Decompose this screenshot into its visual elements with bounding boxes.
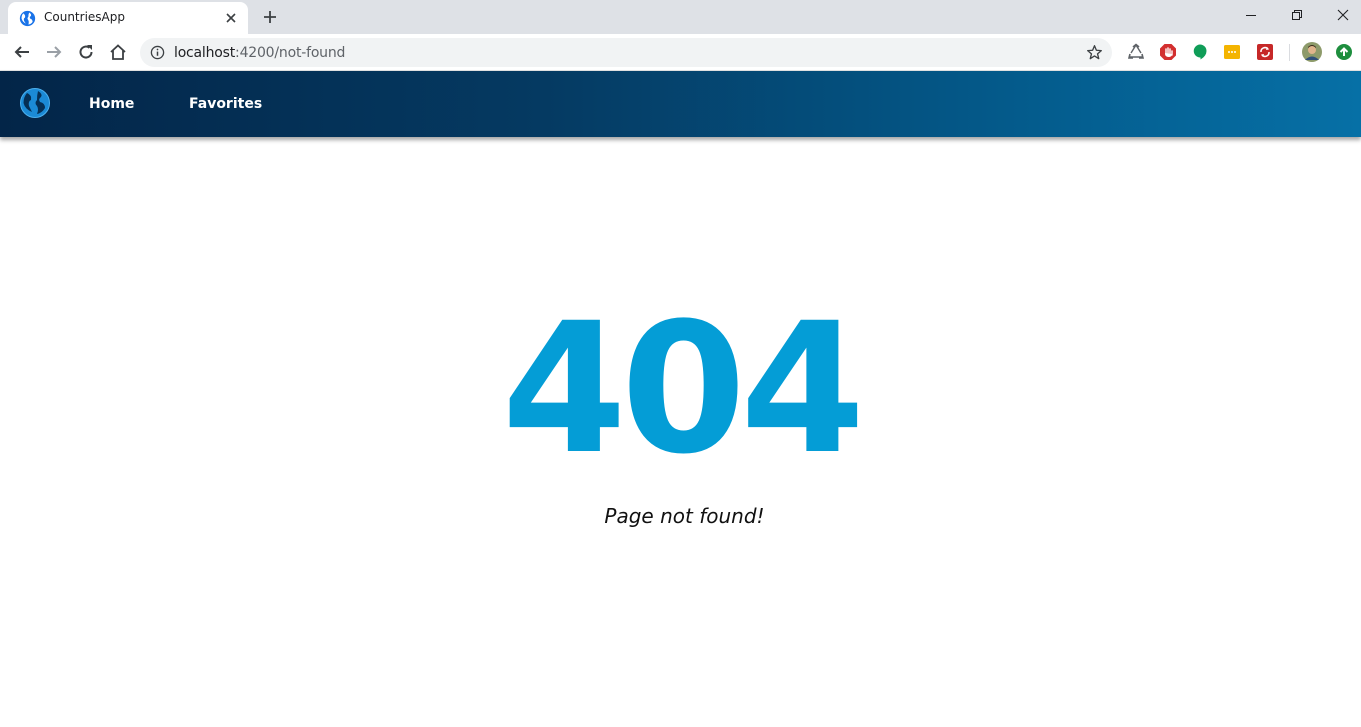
browser-toolbar: localhost:4200/not-found — [0, 34, 1361, 71]
error-message: Page not found! — [604, 504, 765, 528]
close-tab-icon[interactable] — [223, 10, 239, 26]
tab-strip: CountriesApp — [0, 0, 1361, 34]
update-button[interactable] — [1335, 43, 1353, 61]
profile-button[interactable] — [1302, 42, 1322, 62]
globe-icon[interactable] — [19, 87, 51, 119]
avatar — [1302, 42, 1322, 62]
close-icon — [1337, 9, 1349, 21]
recycle-icon — [1127, 43, 1145, 59]
url-text: localhost:4200/not-found — [174, 45, 345, 61]
info-icon[interactable] — [150, 45, 165, 60]
extension-notes[interactable] — [1223, 43, 1241, 61]
arrow-left-icon — [14, 46, 29, 58]
back-button[interactable] — [12, 42, 32, 62]
stop-hand-icon — [1160, 44, 1176, 60]
url-host: localhost — [174, 45, 236, 61]
close-window-button[interactable] — [1320, 0, 1361, 30]
tab-title: CountriesApp — [44, 10, 125, 24]
reload-button[interactable] — [76, 42, 96, 62]
sync-icon — [1257, 44, 1273, 60]
arrow-right-icon — [47, 46, 62, 58]
arrow-up-circle-icon — [1336, 44, 1352, 60]
home-button[interactable] — [108, 42, 128, 62]
forward-button[interactable] — [44, 42, 64, 62]
minimize-icon — [1246, 15, 1256, 16]
star-icon[interactable] — [1086, 44, 1103, 61]
reload-icon — [79, 45, 93, 59]
minimize-button[interactable] — [1228, 0, 1274, 30]
toolbar-divider — [1289, 44, 1290, 61]
extension-adblock[interactable] — [1159, 43, 1177, 61]
nav-link-home[interactable]: Home — [89, 96, 134, 112]
extension-sync[interactable] — [1256, 43, 1274, 61]
app-navbar: Home Favorites — [0, 71, 1361, 137]
globe-icon — [19, 10, 36, 27]
extension-recycle[interactable] — [1127, 43, 1145, 61]
new-tab-icon[interactable] — [261, 8, 279, 26]
chat-bubble-icon — [1193, 44, 1207, 60]
url-path: :4200/not-found — [235, 45, 346, 61]
nav-link-favorites[interactable]: Favorites — [189, 96, 262, 112]
browser-tab[interactable]: CountriesApp — [8, 2, 248, 34]
home-icon — [110, 44, 126, 60]
extension-hangouts[interactable] — [1191, 43, 1209, 61]
restore-button[interactable] — [1274, 0, 1320, 30]
error-code: 404 — [501, 285, 866, 494]
note-icon — [1224, 45, 1240, 59]
address-bar[interactable]: localhost:4200/not-found — [140, 38, 1112, 67]
restore-icon — [1292, 10, 1302, 20]
